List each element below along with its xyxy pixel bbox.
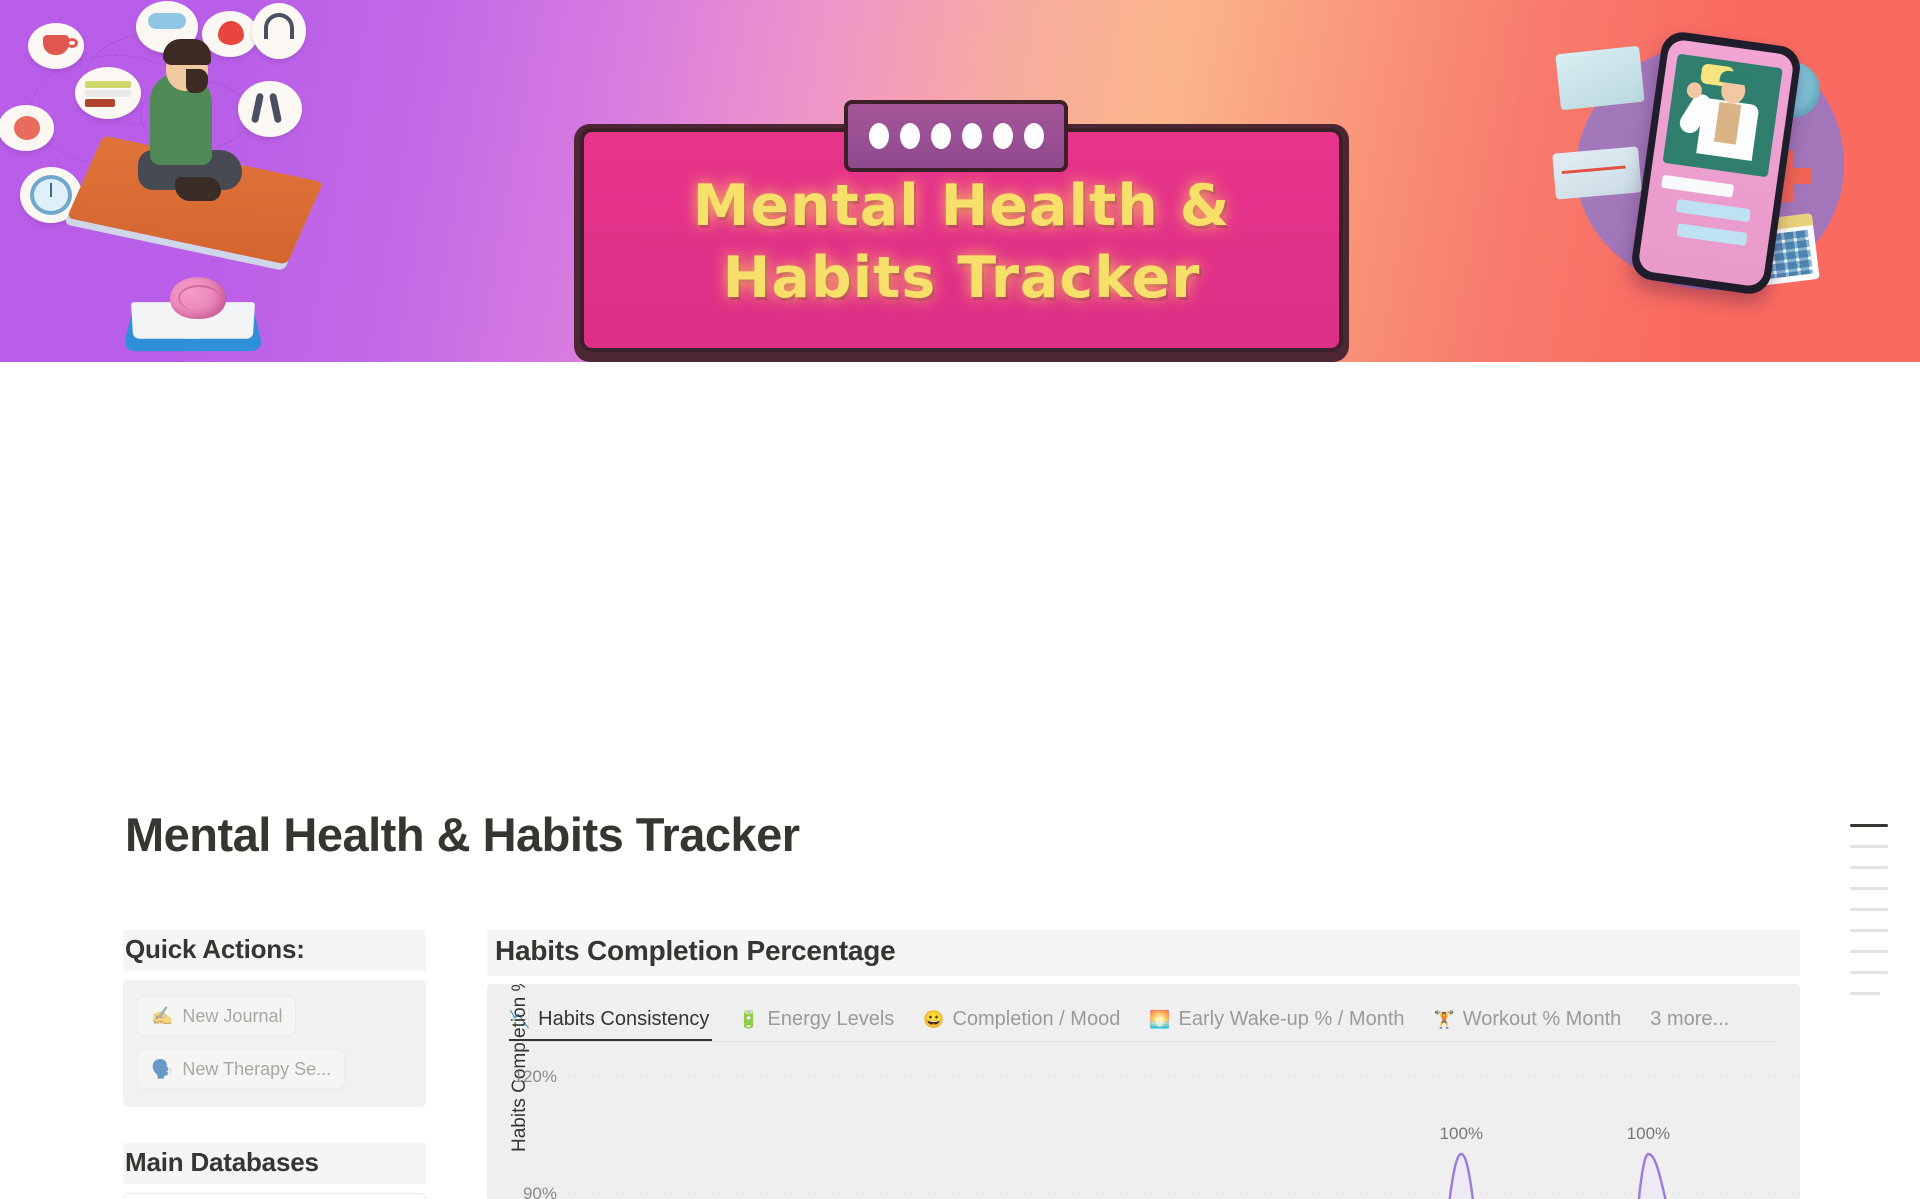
- heart-bubble-icon: [202, 11, 258, 57]
- tab-label: Workout % Month: [1462, 1008, 1622, 1030]
- chart-column: Habits Completion Percentage 📉 Habits Con…: [487, 930, 1800, 1199]
- plaque-dot: [899, 123, 920, 149]
- new-therapy-session-button[interactable]: 🗣️ New Therapy Se...: [137, 1049, 346, 1089]
- sidebar-column: Quick Actions: ✍️ New Journal 🗣️ New The…: [123, 930, 426, 1199]
- tab-completion-mood[interactable]: 😀 Completion / Mood: [923, 1008, 1137, 1042]
- main-databases-box: 📌 📅 Daily Habits Tra... 📔 Mental Health …: [123, 1193, 426, 1199]
- smiley-icon: 😀: [923, 1010, 945, 1029]
- more-tabs-button[interactable]: 3 more...: [1650, 1008, 1729, 1042]
- dumbbell-icon: 🏋: [1433, 1010, 1455, 1029]
- toc-line[interactable]: [1850, 845, 1888, 848]
- tab-workout-month[interactable]: 🏋 Workout % Month: [1434, 1008, 1639, 1042]
- headphones-bubble-icon: [252, 3, 306, 59]
- ecg-card-icon: [1552, 146, 1642, 200]
- quick-actions-box: ✍️ New Journal 🗣️ New Therapy Se...: [123, 980, 426, 1107]
- new-journal-label: New Journal: [182, 1005, 283, 1026]
- plaque-title-line-2: Habits Tracker: [722, 245, 1201, 311]
- plaque-dot: [930, 123, 951, 149]
- tab-habits-consistency[interactable]: 📉 Habits Consistency: [509, 1008, 726, 1042]
- main-databases-heading: Main Databases: [123, 1143, 426, 1184]
- tab-energy-levels[interactable]: 🔋 Energy Levels: [738, 1008, 911, 1042]
- toc-line[interactable]: [1850, 908, 1888, 911]
- open-book-brain-illustration: [122, 277, 264, 355]
- page-title: Mental Health & Habits Tracker: [125, 808, 800, 861]
- plaque-dot: [1023, 123, 1044, 149]
- plaque-dot: [961, 123, 982, 149]
- svg-text:120%: 120%: [514, 1067, 557, 1086]
- telehealth-illustration: [1536, 0, 1896, 350]
- hospital-card-icon: [1555, 45, 1645, 111]
- toc-line[interactable]: [1850, 992, 1880, 995]
- quick-actions-heading: Quick Actions:: [123, 930, 426, 971]
- plaque-title-line-1: Mental Health &: [692, 173, 1231, 239]
- toc-line[interactable]: [1850, 929, 1888, 932]
- svg-text:100%: 100%: [1627, 1124, 1670, 1143]
- chart-plot-area: Habits Completion % (Sum) 0%30%60%90%120…: [487, 984, 1800, 1199]
- new-journal-button[interactable]: ✍️ New Journal: [137, 996, 297, 1036]
- person-hair: [163, 39, 211, 65]
- books-bubble-icon: [75, 67, 141, 119]
- meditation-illustration: [0, 0, 330, 355]
- apple-bubble-icon: [0, 105, 54, 151]
- plaque-dots-bar: [844, 100, 1068, 172]
- person-foot: [175, 177, 221, 201]
- tab-early-wake-up-month[interactable]: 🌅 Early Wake-up % / Month: [1149, 1008, 1421, 1042]
- brain-icon: [170, 277, 226, 319]
- toc-line[interactable]: [1850, 950, 1888, 953]
- tab-label: Early Wake-up % / Month: [1178, 1008, 1405, 1030]
- battery-icon: 🔋: [738, 1010, 760, 1029]
- writing-hand-icon: ✍️: [151, 1005, 174, 1026]
- svg-text:90%: 90%: [523, 1184, 557, 1199]
- toc-line[interactable]: [1850, 824, 1888, 827]
- toc-line[interactable]: [1850, 866, 1888, 869]
- page-content: Mental Health & Habits Tracker Quick Act…: [0, 362, 1920, 1199]
- tab-label: Habits Consistency: [538, 1008, 710, 1030]
- toc-line[interactable]: [1850, 887, 1888, 890]
- cutlery-bubble-icon: [238, 81, 302, 137]
- plaque-dot: [868, 123, 889, 149]
- chart-svg: 0%30%60%90%120%0%60%20%40%40%0%80%60%60%…: [487, 1042, 1800, 1199]
- tab-label: Completion / Mood: [952, 1008, 1121, 1030]
- svg-text:100%: 100%: [1440, 1124, 1483, 1143]
- sunrise-icon: 🌅: [1149, 1010, 1171, 1029]
- toc-line[interactable]: [1850, 971, 1888, 974]
- chart-panel: 📉 Habits Consistency 🔋 Energy Levels 😀 Comple…: [487, 984, 1800, 1199]
- tab-label: Energy Levels: [767, 1008, 895, 1030]
- coffee-bubble-icon: [28, 23, 84, 69]
- banner-title-plaque: Mental Health & Habits Tracker: [574, 100, 1349, 362]
- speaking-head-icon: 🗣️: [151, 1058, 174, 1079]
- table-of-contents-rail[interactable]: [1850, 824, 1898, 1013]
- chart-section-heading: Habits Completion Percentage: [487, 930, 1800, 976]
- chart-tabs[interactable]: 📉 Habits Consistency 🔋 Energy Levels 😀 Comple…: [487, 984, 1800, 1042]
- new-therapy-session-label: New Therapy Se...: [182, 1058, 332, 1079]
- person-beard: [186, 69, 208, 93]
- plaque-dot: [992, 123, 1013, 149]
- page-banner: Mental Health & Habits Tracker: [0, 0, 1920, 362]
